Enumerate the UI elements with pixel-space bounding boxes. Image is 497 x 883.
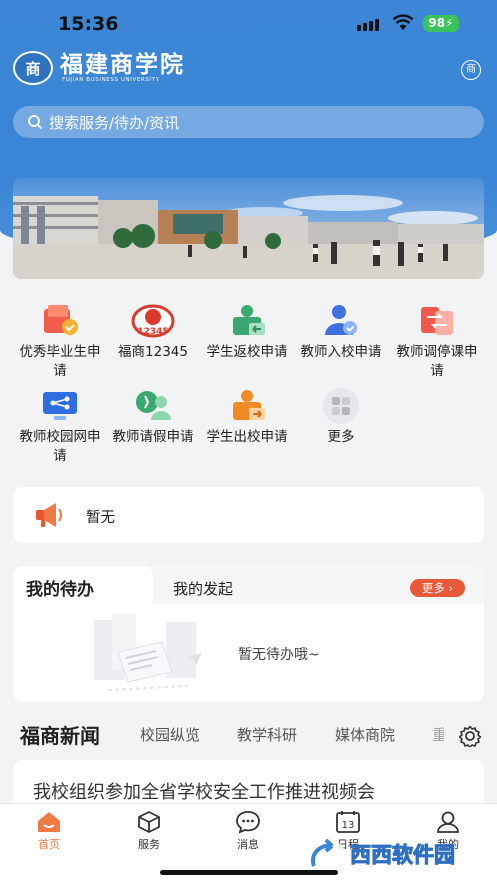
tab-home-label: 首页 — [38, 838, 60, 851]
service-label: 教师校园网申请 — [19, 429, 101, 464]
service-label: 教师调停课申请 — [396, 344, 478, 379]
svg-text:12345: 12345 — [137, 327, 168, 337]
seal-text: 商 — [25, 59, 41, 78]
news-tab-more[interactable]: 重 — [432, 724, 444, 745]
service-label: 学生返校申请 — [206, 344, 288, 360]
campus-switch-button[interactable]: 商 — [461, 60, 481, 80]
student-exit-icon — [225, 388, 269, 424]
news-section-title: 福商新闻 — [20, 724, 100, 748]
service-teacher-entry[interactable]: 教师入校申请 — [296, 303, 386, 362]
home-indicator[interactable] — [160, 870, 338, 875]
tab-services[interactable]: 服务 — [119, 808, 179, 852]
service-class-reschedule[interactable]: 教师调停课申请 — [392, 303, 482, 381]
notice-text: 暂无 — [86, 510, 115, 526]
service-more[interactable]: 更多 — [296, 388, 386, 447]
search-icon — [28, 115, 43, 130]
service-campus-network[interactable]: 教师校园网申请 — [15, 388, 105, 466]
wifi-icon — [392, 14, 414, 30]
service-label: 更多 — [327, 429, 355, 445]
campus-photo — [13, 178, 484, 279]
empty-todo-illustration — [94, 614, 202, 691]
teacher-leave-icon — [131, 388, 175, 424]
status-time: 15:36 — [58, 13, 119, 35]
megaphone-icon — [36, 503, 62, 527]
teacher-entry-icon — [319, 303, 363, 339]
tab-my-todo[interactable]: 我的待办 — [13, 566, 153, 606]
more-apps-icon — [319, 388, 363, 424]
status-bar: 15:36 98⚡ — [0, 0, 497, 48]
user-icon — [418, 808, 478, 836]
todo-more-button[interactable]: 更多 › — [410, 579, 465, 597]
tab-home[interactable]: 首页 — [19, 808, 79, 852]
tab-services-label: 服务 — [138, 838, 160, 851]
tab-messages-label: 消息 — [237, 838, 259, 851]
calendar-icon: 13 — [318, 808, 378, 836]
cube-icon — [119, 808, 179, 836]
battery-level: 98 — [428, 16, 446, 30]
student-return-icon — [225, 303, 269, 339]
tab-messages[interactable]: 消息 — [218, 808, 278, 852]
service-student-return[interactable]: 学生返校申请 — [202, 303, 292, 362]
service-teacher-leave[interactable]: 教师请假申请 — [108, 388, 198, 447]
service-fushang-12345[interactable]: 12345 福商12345 — [108, 303, 198, 362]
search-bar[interactable]: 搜索服务/待办/资讯 — [13, 106, 484, 138]
school-logo: 商 福建商学院 FUJIAN BUSINESS UNIVERSITY — [13, 51, 185, 85]
tab-my-initiated[interactable]: 我的发起 — [173, 578, 233, 599]
todo-empty-text: 暂无待办哦~ — [238, 647, 320, 663]
chat-bubble-icon — [218, 808, 278, 836]
news-tab-media[interactable]: 媒体商院 — [335, 724, 395, 745]
battery-icon: 98⚡ — [423, 15, 459, 32]
service-graduate-award[interactable]: 优秀毕业生申请 — [15, 303, 105, 381]
service-label: 学生出校申请 — [206, 429, 288, 445]
todo-more-label: 更多 — [421, 581, 445, 595]
home-icon — [19, 808, 79, 836]
service-label: 教师入校申请 — [300, 344, 382, 360]
search-placeholder: 搜索服务/待办/资讯 — [49, 113, 180, 132]
graduate-certificate-icon — [38, 303, 82, 339]
campus-network-icon — [38, 388, 82, 424]
school-seal-icon: 商 — [13, 51, 53, 85]
school-name-cn: 福建商学院 — [60, 50, 185, 78]
campus-banner[interactable] — [13, 178, 484, 279]
notice-card[interactable] — [13, 487, 484, 543]
news-tab-campus[interactable]: 校园纵览 — [140, 724, 200, 745]
service-label: 福商12345 — [118, 344, 188, 360]
gear-icon[interactable] — [459, 725, 481, 747]
news-headline: 我校组织参加全省学校安全工作推进视频会 — [33, 782, 375, 803]
news-tab-research[interactable]: 教学科研 — [237, 724, 297, 745]
service-label: 教师请假申请 — [112, 429, 194, 445]
service-label: 优秀毕业生申请 — [19, 344, 101, 379]
service-student-exit[interactable]: 学生出校申请 — [202, 388, 292, 447]
class-reschedule-icon — [415, 303, 459, 339]
cellular-signal-icon — [357, 19, 379, 31]
watermark-text: 西西软件园 — [350, 843, 455, 867]
calendar-date: 13 — [342, 820, 355, 831]
fushang-12345-icon: 12345 — [131, 303, 175, 339]
watermark-sub: CR173.COM — [394, 869, 442, 878]
